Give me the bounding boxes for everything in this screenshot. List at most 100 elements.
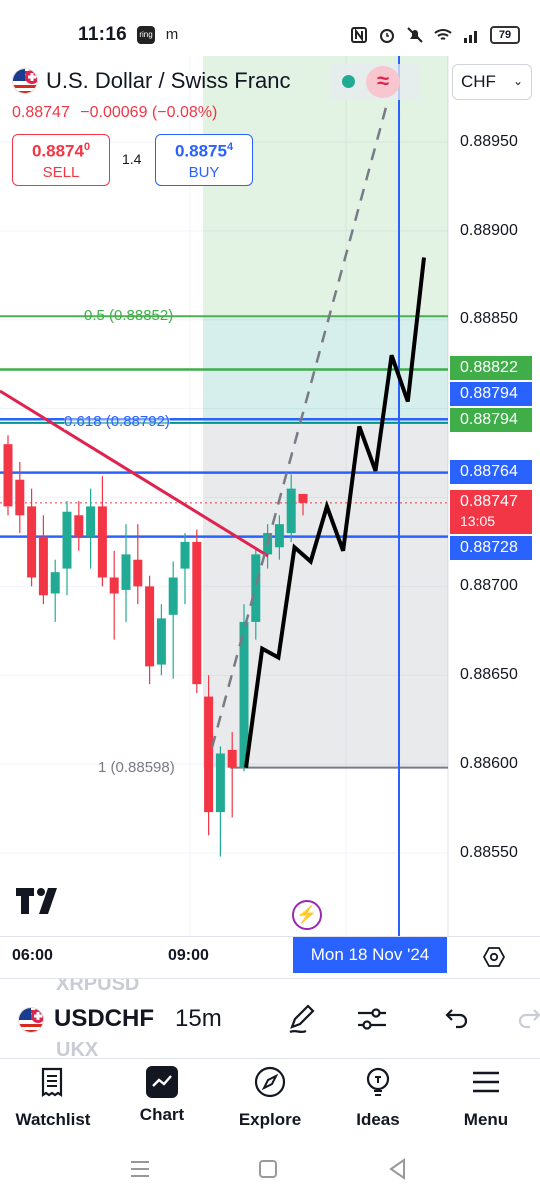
time-label: 09:00 [168,947,209,964]
candle-body [27,506,37,578]
candle-body [38,536,48,596]
status-icons: 79 [350,26,520,44]
sell-price-pip: 0 [83,141,91,153]
scroll-ghost-symbol: UKX [56,1039,99,1056]
candle-body [215,753,225,813]
price-axis-label: 0.88700 [460,577,518,594]
nav-chart[interactable]: Chart [112,1065,212,1125]
fib-label-1: 1 (0.88598) [98,759,175,776]
candle-body [62,511,72,569]
price-axis-label: 0.88650 [460,666,518,683]
tradingview-logo [16,888,64,921]
status-time: 11:16 [78,24,128,45]
candle-body [298,493,308,503]
price-axis-label: 0.88900 [460,222,518,239]
nav-ideas-label: Ideas [356,1110,400,1129]
current-price: 0.88747 [460,493,518,510]
hamburger-menu-icon [473,1071,499,1093]
price-tag-blue: 0.88794 [450,382,532,406]
system-navigation [0,1140,540,1200]
bottom-nav: Watchlist Chart Explore Ideas Menu [0,1058,540,1138]
candle-body [227,749,237,768]
compass-icon [254,1066,286,1098]
currency-select[interactable]: CHF ⌄ [452,64,532,100]
nav-explore-label: Explore [238,1110,302,1129]
candle-body [109,577,119,594]
candle-body [274,524,284,548]
price-axis-label: 0.88600 [460,755,518,772]
current-price-tag: 0.88747 13:05 [450,490,532,534]
settings-hexagon-icon[interactable] [482,945,506,969]
nav-explore[interactable]: Explore [220,1065,320,1130]
chart-area[interactable]: U.S. Dollar / Swiss Franc ≈ 0.88747 −0.0… [0,56,540,936]
spread-value: 1.4 [122,151,142,167]
symbol-title: U.S. Dollar / Swiss Franc [46,68,291,93]
lightning-icon[interactable]: ⚡ [292,900,322,930]
scroll-ghost-symbol: XRPUSD [56,978,140,995]
undo-icon[interactable] [438,1001,474,1037]
watchlist-icon [41,1067,63,1098]
price-summary: 0.88747 −0.00069 (−0.08%) [12,104,217,122]
us-flag-icon [18,1007,44,1033]
wave-icon[interactable]: ≈ [366,66,400,98]
price-tag-blue: 0.88728 [450,536,532,560]
fib-label-05: 0.5 (0.88852) [84,307,174,324]
nav-watchlist-label: Watchlist [15,1110,91,1129]
price-axis-label: 0.88850 [460,310,518,327]
sell-label: SELL [42,163,80,181]
buy-label: BUY [188,163,220,181]
last-price: 0.88747 [12,104,70,121]
candle-body [3,444,13,507]
ring-app-icon: ring [137,26,155,44]
mcdonalds-app-icon: m [163,26,181,44]
back-icon[interactable] [383,1154,413,1184]
battery-icon: 79 [490,26,520,44]
candle-body [168,577,178,615]
nav-menu[interactable]: Menu [436,1065,536,1130]
nav-watchlist[interactable]: Watchlist [3,1065,103,1130]
interval-selector[interactable]: 15m [175,1005,222,1033]
mute-icon [407,27,423,43]
lightbulb-icon [366,1067,390,1096]
alarm-icon [380,29,394,43]
crosshair-date-label: Mon 18 Nov '24 [293,937,447,973]
price-axis-label: 0.88950 [460,133,518,150]
currency-value: CHF [461,72,496,91]
nav-menu-label: Menu [463,1110,509,1129]
candle-body [251,554,261,622]
price-tag-green: 0.88794 [450,408,532,432]
bar-countdown: 13:05 [460,513,496,529]
candle-body [192,541,202,685]
drawing-pen-icon[interactable] [284,1001,320,1037]
signal-icon [464,31,477,43]
price-tag-green: 0.88822 [450,356,532,380]
price-axis-label: 0.88550 [460,844,518,861]
indicators-settings-icon[interactable] [354,1001,390,1037]
recent-apps-icon[interactable] [125,1154,155,1184]
wifi-icon [434,29,452,40]
chart-toolbar: XRPUSD UKX USDCHF 15m [0,978,540,1056]
candle-body [145,586,155,667]
candle-body [86,506,96,537]
sell-price: 0.8874 [31,141,84,161]
buy-button[interactable]: 0.88754 BUY [155,134,253,186]
fib-label-0618: 0.618 (0.88792) [64,413,170,430]
time-axis[interactable]: 06:00 09:00 Mon 18 Nov '24 [0,936,540,976]
market-open-dot [342,75,355,88]
home-icon[interactable] [253,1154,283,1184]
nav-ideas[interactable]: Ideas [328,1065,428,1130]
sell-button[interactable]: 0.88740 SELL [12,134,110,186]
buy-price: 0.8875 [174,141,227,161]
candle-body [15,479,25,516]
candle-body [286,488,296,534]
symbol-selector[interactable]: USDCHF [54,1005,154,1033]
candle-body [156,618,166,665]
symbol-header[interactable]: U.S. Dollar / Swiss Franc [12,68,291,94]
candle-body [74,515,84,537]
candle-body [204,696,214,813]
price-tag-blue: 0.88764 [450,460,532,484]
chart-icon [146,1066,178,1098]
candle-body [133,559,143,587]
redo-icon[interactable] [512,1001,540,1037]
chevron-down-icon: ⌄ [512,74,523,88]
